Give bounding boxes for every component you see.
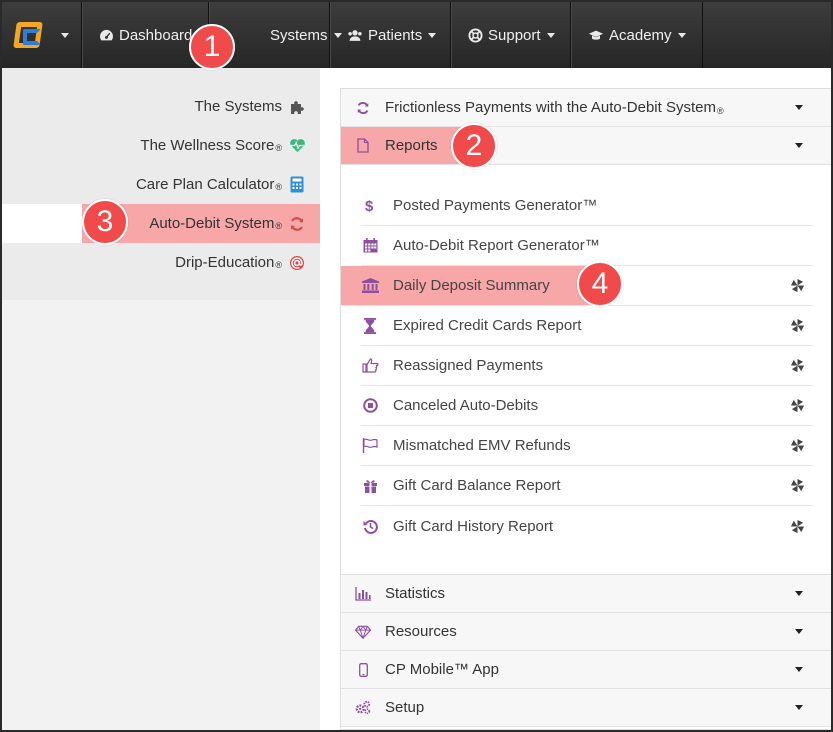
refresh-icon [288,215,306,233]
section-reports[interactable]: Reports [341,127,831,165]
top-navbar: Dashboard Systems Patients Support Acade… [2,2,831,68]
refresh-icon [355,100,371,116]
section-statistics[interactable]: Statistics [341,575,831,613]
section-setup[interactable]: Setup [341,689,831,727]
mobile-icon [355,662,371,678]
sidebar-list: The Systems The Wellness Score ® Care Pla… [2,68,320,300]
callout-badge-2: 2 [451,123,497,169]
chevron-down-icon [795,591,803,596]
dashboard-icon [99,28,114,42]
lifebuoy-icon [468,27,483,43]
report-expired-credit-cards[interactable]: Expired Credit Cards Report [361,306,813,346]
sidebar: The Systems The Wellness Score ® Care Pla… [2,68,320,730]
app-window: Dashboard Systems Patients Support Acade… [0,0,833,732]
chevron-down-icon [795,667,803,672]
history-icon [361,517,379,535]
cogs-icon [355,700,371,716]
pinwheel-icon[interactable] [789,518,805,534]
reports-list: $ Posted Payments Generator™ Auto-Debit … [341,165,831,575]
sidebar-item-wellness-score[interactable]: The Wellness Score ® [2,126,320,165]
callout-badge-3: 3 [82,199,128,245]
chevron-down-icon [795,143,803,148]
pinwheel-icon[interactable] [789,318,805,334]
calendar-icon [361,237,379,255]
report-auto-debit-report-generator[interactable]: Auto-Debit Report Generator™ [361,226,813,266]
report-mismatched-emv-refunds[interactable]: Mismatched EMV Refunds [361,426,813,466]
puzzle-icon [288,98,306,116]
at-icon [288,254,306,272]
chevron-down-icon [677,32,686,38]
bar-chart-icon [355,586,371,602]
main-panel: Frictionless Payments with the Auto-Debi… [340,88,831,730]
calculator-icon [288,176,306,194]
hand-point-icon [361,357,379,375]
chevron-down-icon [795,105,803,110]
callout-badge-1: 1 [189,24,235,70]
section-cp-mobile-app[interactable]: CP Mobile™ App [341,651,831,689]
pinwheel-icon[interactable] [789,438,805,454]
report-gift-card-balance[interactable]: Gift Card Balance Report [361,466,813,506]
section-frictionless-payments[interactable]: Frictionless Payments with the Auto-Debi… [341,89,831,127]
svg-text:$: $ [365,198,374,214]
pinwheel-icon[interactable] [789,358,805,374]
chevron-down-icon [795,705,803,710]
chevron-down-icon [428,32,437,38]
report-reassigned-payments[interactable]: Reassigned Payments [361,346,813,386]
users-icon [347,28,363,42]
dollar-icon: $ [361,197,379,215]
pinwheel-icon[interactable] [789,398,805,414]
graduation-cap-icon [588,28,604,42]
file-icon [355,138,371,154]
bank-icon [361,277,379,295]
sidebar-item-the-systems[interactable]: The Systems [2,87,320,126]
pinwheel-icon[interactable] [789,278,805,294]
diamond-icon [355,624,371,640]
nav-dashboard[interactable]: Dashboard [82,2,209,68]
logo-icon [12,20,47,50]
hourglass-icon [361,317,379,335]
pinwheel-icon[interactable] [789,478,805,494]
gift-icon [361,477,379,495]
nav-patients[interactable]: Patients [330,2,451,68]
heartbeat-icon [288,137,306,155]
report-posted-payments-generator[interactable]: $ Posted Payments Generator™ [361,186,813,226]
nav-support[interactable]: Support [451,2,571,68]
stop-circle-icon [361,397,379,415]
sidebar-item-auto-debit-system[interactable]: Auto-Debit System ® [2,204,320,243]
logo-menu-button[interactable] [2,2,82,68]
section-resources[interactable]: Resources [341,613,831,651]
chevron-down-icon [795,629,803,634]
report-canceled-auto-debits[interactable]: Canceled Auto-Debits [361,386,813,426]
flag-icon [361,437,379,455]
nav-academy[interactable]: Academy [571,2,703,68]
report-gift-card-history[interactable]: Gift Card History Report [361,506,813,546]
sidebar-item-drip-education[interactable]: Drip-Education ® [2,243,320,282]
chevron-down-icon [546,32,555,38]
sidebar-item-care-plan-calculator[interactable]: Care Plan Calculator ® [2,165,320,204]
chevron-down-icon [60,32,69,38]
callout-badge-4: 4 [577,261,623,307]
